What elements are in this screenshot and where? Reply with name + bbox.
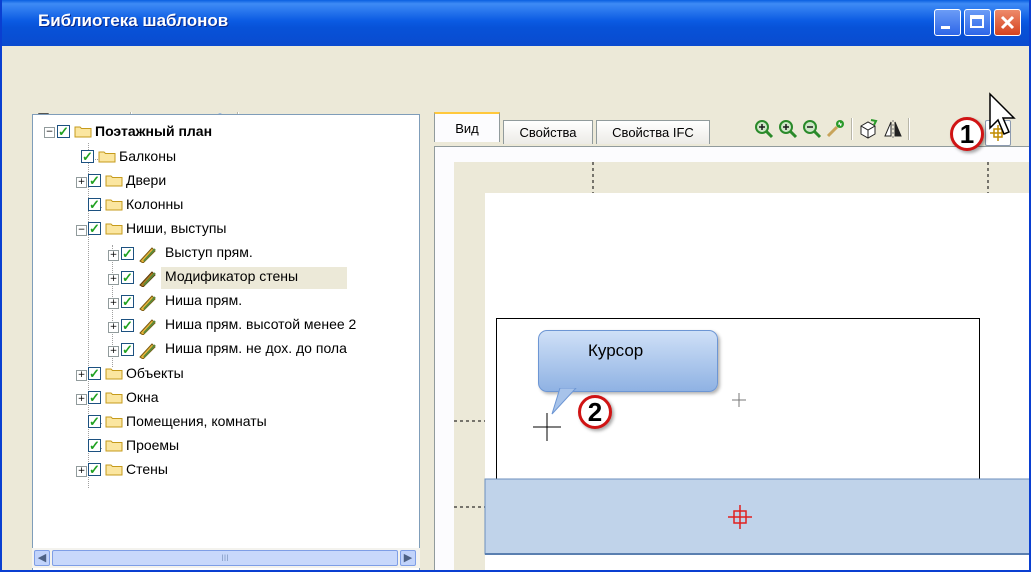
wall-band xyxy=(484,478,1029,555)
callout-bubble: Курсор xyxy=(538,330,718,392)
marker-2: 2 xyxy=(578,395,612,429)
callout-pointer xyxy=(551,388,577,415)
callout-text: Курсор xyxy=(588,341,644,360)
drawing-overlay xyxy=(454,162,1029,555)
marker-1: 1 xyxy=(950,117,984,151)
template-library-window: Библиотека шаблонов − ✓ Поэтажный план ✓… xyxy=(0,0,1031,572)
mouse-pointer-icon xyxy=(989,92,1016,135)
